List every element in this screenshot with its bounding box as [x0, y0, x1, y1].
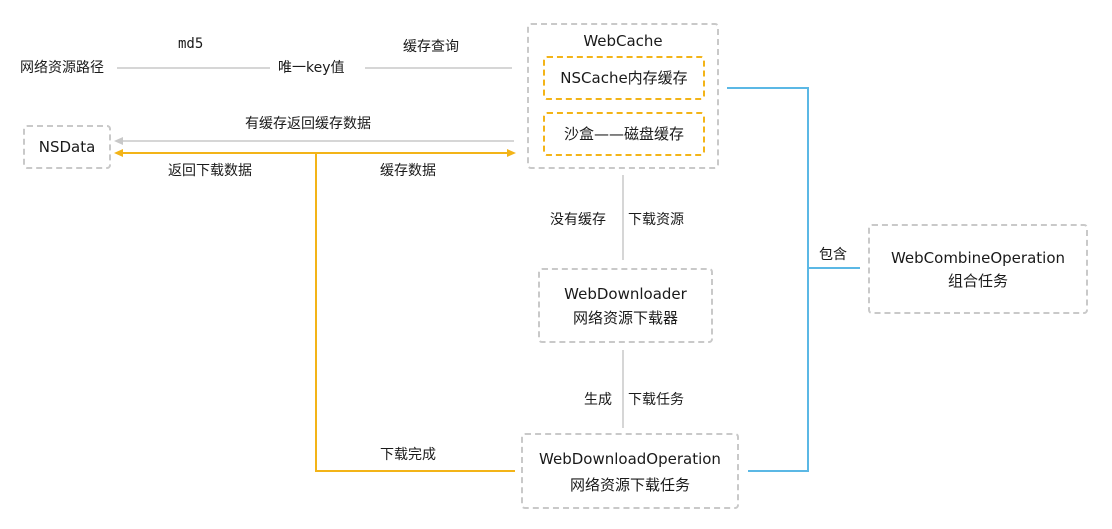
- label-download-resource: 下载资源: [628, 212, 684, 228]
- combine-subtitle: 组合任务: [947, 272, 1008, 290]
- downloader-box: [538, 268, 713, 343]
- arrow-head-nsdata-gray: [114, 137, 123, 145]
- nscache-label: NSCache内存缓存: [560, 69, 688, 87]
- label-return-download-data: 返回下载数据: [168, 163, 252, 179]
- operation-subtitle: 网络资源下载任务: [569, 476, 690, 494]
- label-download-complete: 下载完成: [380, 447, 436, 463]
- webcache-title: WebCache: [583, 32, 663, 50]
- label-contains: 包含: [815, 246, 851, 264]
- sandbox-label: 沙盒——磁盘缓存: [563, 125, 684, 143]
- nsdata-label: NSData: [38, 138, 96, 156]
- label-cache-query: 缓存查询: [403, 39, 459, 55]
- arrow-head-nsdata-orange: [114, 149, 123, 157]
- label-no-cache: 没有缓存: [550, 212, 606, 228]
- label-generate: 生成: [584, 392, 612, 408]
- label-md5: md5: [178, 36, 204, 52]
- line-download-complete: [315, 153, 515, 472]
- label-download-task: 下载任务: [628, 392, 684, 408]
- label-unique-key: 唯一key值: [278, 60, 345, 76]
- line-contains-bracket: [727, 87, 809, 472]
- label-resource-path: 网络资源路径: [20, 60, 104, 76]
- label-cache-data: 缓存数据: [380, 163, 436, 179]
- combine-box: [868, 224, 1088, 314]
- downloader-title: WebDownloader: [564, 285, 687, 303]
- downloader-subtitle: 网络资源下载器: [572, 309, 678, 327]
- label-has-cache-return: 有缓存返回缓存数据: [245, 116, 371, 132]
- operation-box: [521, 433, 739, 509]
- operation-title: WebDownloadOperation: [539, 450, 721, 468]
- arrow-head-cache-orange: [507, 149, 516, 157]
- combine-title: WebCombineOperation: [890, 249, 1066, 267]
